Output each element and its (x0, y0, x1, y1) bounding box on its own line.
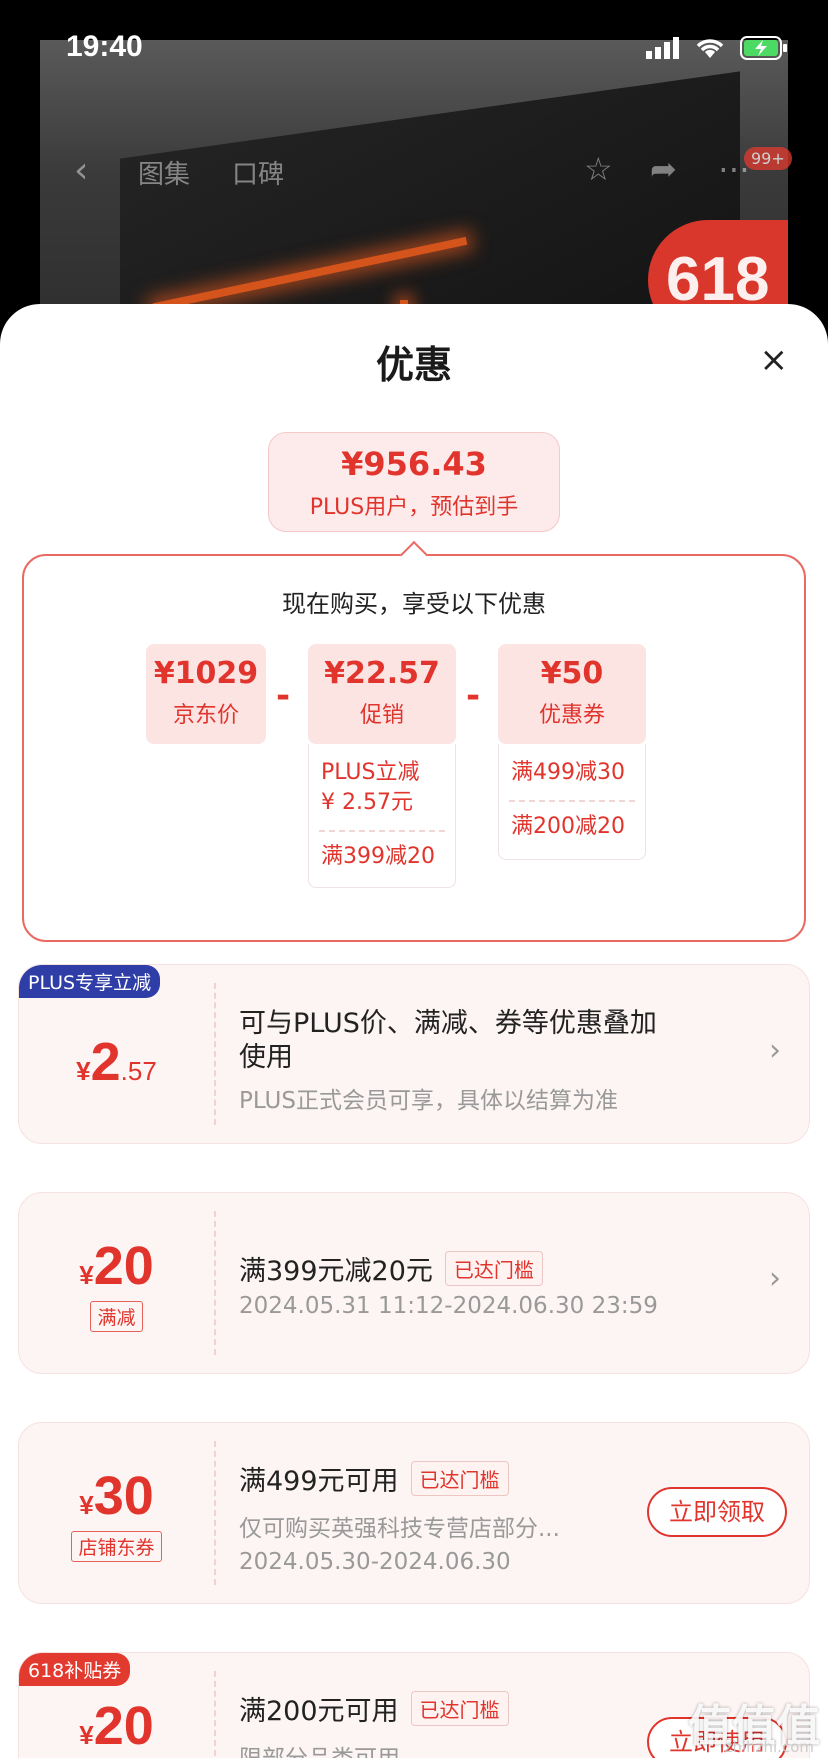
promo-value: ¥22.57 (324, 656, 440, 691)
currency-symbol: ¥ (79, 1260, 94, 1290)
chevron-right-icon[interactable]: › (769, 1261, 781, 1296)
back-icon[interactable]: ‹ (74, 150, 88, 191)
amount-value: ¥20 (19, 1235, 214, 1297)
tab-reviews[interactable]: 口碑 (232, 154, 284, 191)
card-title-text: 满200元可用 (239, 1696, 399, 1727)
card-validity: 2024.05.31 11:12-2024.06.30 23:59 (239, 1293, 658, 1319)
card-divider (214, 1671, 216, 1758)
card-title-text: 满399元减20元 (239, 1256, 433, 1287)
coupon-label: 优惠券 (538, 703, 605, 728)
final-price-caption: PLUS用户，预估到手 (309, 495, 519, 520)
amount-int: 20 (93, 1236, 154, 1296)
chevron-right-icon[interactable]: › (769, 1033, 781, 1068)
watermark-url: zhihzhi.com (724, 1738, 814, 1756)
card-title-line-1: 可与PLUS价、满减、券等优惠叠加 (239, 1008, 657, 1039)
product-nav-bar: ‹ 图集 口碑 ☆ ➦ ⋯ (0, 140, 828, 200)
minus-sign: - (466, 676, 481, 716)
card-desc: PLUS正式会员可享，具体以结算为准 (239, 1088, 618, 1114)
close-icon[interactable]: × (760, 340, 789, 380)
card-amount: ¥20 (19, 1653, 214, 1758)
discount-sheet: 优惠 × ¥956.43 PLUS用户，预估到手 现在购买，享受以下优惠 ¥10… (0, 304, 828, 1758)
plus-discount-card[interactable]: PLUS专享立减 ¥2.57 可与PLUS价、满减、券等优惠叠加 使用 PLUS… (18, 964, 810, 1144)
tab-gallery[interactable]: 图集 (138, 154, 190, 191)
card-amount: ¥2.57 (19, 965, 214, 1143)
price-breakdown: 现在购买，享受以下优惠 ¥1029 京东价 - ¥22.57 促销 PLUS立减… (22, 554, 806, 942)
full-reduction-card[interactable]: ¥20 满减 满399元减20元 已达门槛 2024.05.31 11:12-20… (18, 1192, 810, 1374)
jd-price-label: 京东价 (172, 703, 239, 728)
card-title: 满399元减20元 已达门槛 (239, 1249, 543, 1288)
threshold-reached-badge: 已达门槛 (444, 1251, 543, 1286)
wifi-icon (696, 39, 724, 58)
card-divider (214, 1441, 216, 1585)
amount-int: 30 (93, 1466, 154, 1526)
coupon-cell: ¥50 优惠券 (498, 644, 646, 744)
final-price-amount: ¥956.43 (341, 445, 487, 483)
card-type-tag: 满减 (90, 1301, 143, 1332)
card-type-tag: 店铺东券 (71, 1531, 162, 1562)
breakdown-heading: 现在购买，享受以下优惠 (282, 590, 546, 618)
status-icons (646, 36, 788, 60)
currency-symbol: ¥ (79, 1490, 94, 1520)
card-scope: 仅可购买英强科技专营店部分... (239, 1516, 560, 1542)
promo-plus-line-2: ¥ 2.57元 (321, 790, 413, 815)
card-title-line-2: 使用 (239, 1042, 293, 1073)
currency-symbol: ¥ (79, 1720, 94, 1750)
promo-full-reduction: 满399减20 (321, 844, 435, 869)
share-icon[interactable]: ➦ (650, 150, 677, 188)
favorite-star-icon[interactable]: ☆ (584, 150, 613, 188)
coupon-line-2: 满200减20 (511, 814, 625, 839)
promo-detail: PLUS立减 ¥ 2.57元 满399减20 (308, 744, 456, 888)
promo-plus-line: PLUS立减 ¥ 2.57元 (309, 744, 455, 818)
status-time: 19:40 (66, 30, 143, 63)
amount-int: 2 (90, 1032, 121, 1092)
card-title: 满499元可用 已达门槛 (239, 1459, 509, 1498)
card-title-text: 满499元可用 (239, 1466, 399, 1497)
promo-cell: ¥22.57 促销 (308, 644, 456, 744)
coupon-detail: 满499减30 满200减20 (498, 744, 646, 860)
card-amount: ¥30 店铺东券 (19, 1423, 214, 1603)
coupon-value: ¥50 (540, 656, 604, 691)
final-price-box: ¥956.43 PLUS用户，预估到手 (268, 432, 560, 532)
currency-symbol: ¥ (76, 1056, 91, 1086)
status-bar: 19:40 (0, 0, 828, 100)
claim-coupon-button[interactable]: 立即领取 (647, 1487, 787, 1537)
notification-badge: 99+ (744, 147, 792, 170)
amount-dec: .57 (120, 1056, 157, 1086)
threshold-reached-badge: 已达门槛 (410, 1461, 509, 1496)
card-divider (214, 983, 216, 1125)
amount-value: ¥20 (19, 1695, 214, 1757)
promo-label: 促销 (359, 703, 404, 728)
promo-plus-line-1: PLUS立减 (321, 760, 420, 785)
card-validity: 2024.05.30-2024.06.30 (239, 1549, 511, 1575)
minus-sign: - (276, 676, 291, 716)
card-title: 可与PLUS价、满减、券等优惠叠加 使用 (239, 1007, 657, 1075)
jd-price-cell: ¥1029 京东价 (146, 644, 266, 744)
card-amount: ¥20 满减 (19, 1193, 214, 1373)
amount-value: ¥2.57 (19, 1031, 214, 1093)
store-coupon-card: ¥30 店铺东券 满499元可用 已达门槛 仅可购买英强科技专营店部分... 20… (18, 1422, 810, 1604)
amount-int: 20 (93, 1696, 154, 1756)
card-title: 满200元可用 已达门槛 (239, 1689, 509, 1728)
threshold-reached-badge: 已达门槛 (410, 1691, 509, 1726)
card-divider (214, 1211, 216, 1355)
amount-value: ¥30 (19, 1465, 214, 1527)
battery-charging-icon (740, 36, 787, 60)
jd-price-value: ¥1029 (153, 656, 259, 691)
card-scope: 限部分品类可用 (239, 1739, 400, 1758)
signal-icon (646, 37, 679, 59)
sheet-title: 优惠 (375, 343, 452, 387)
coupon-line-1: 满499减30 (511, 760, 625, 785)
